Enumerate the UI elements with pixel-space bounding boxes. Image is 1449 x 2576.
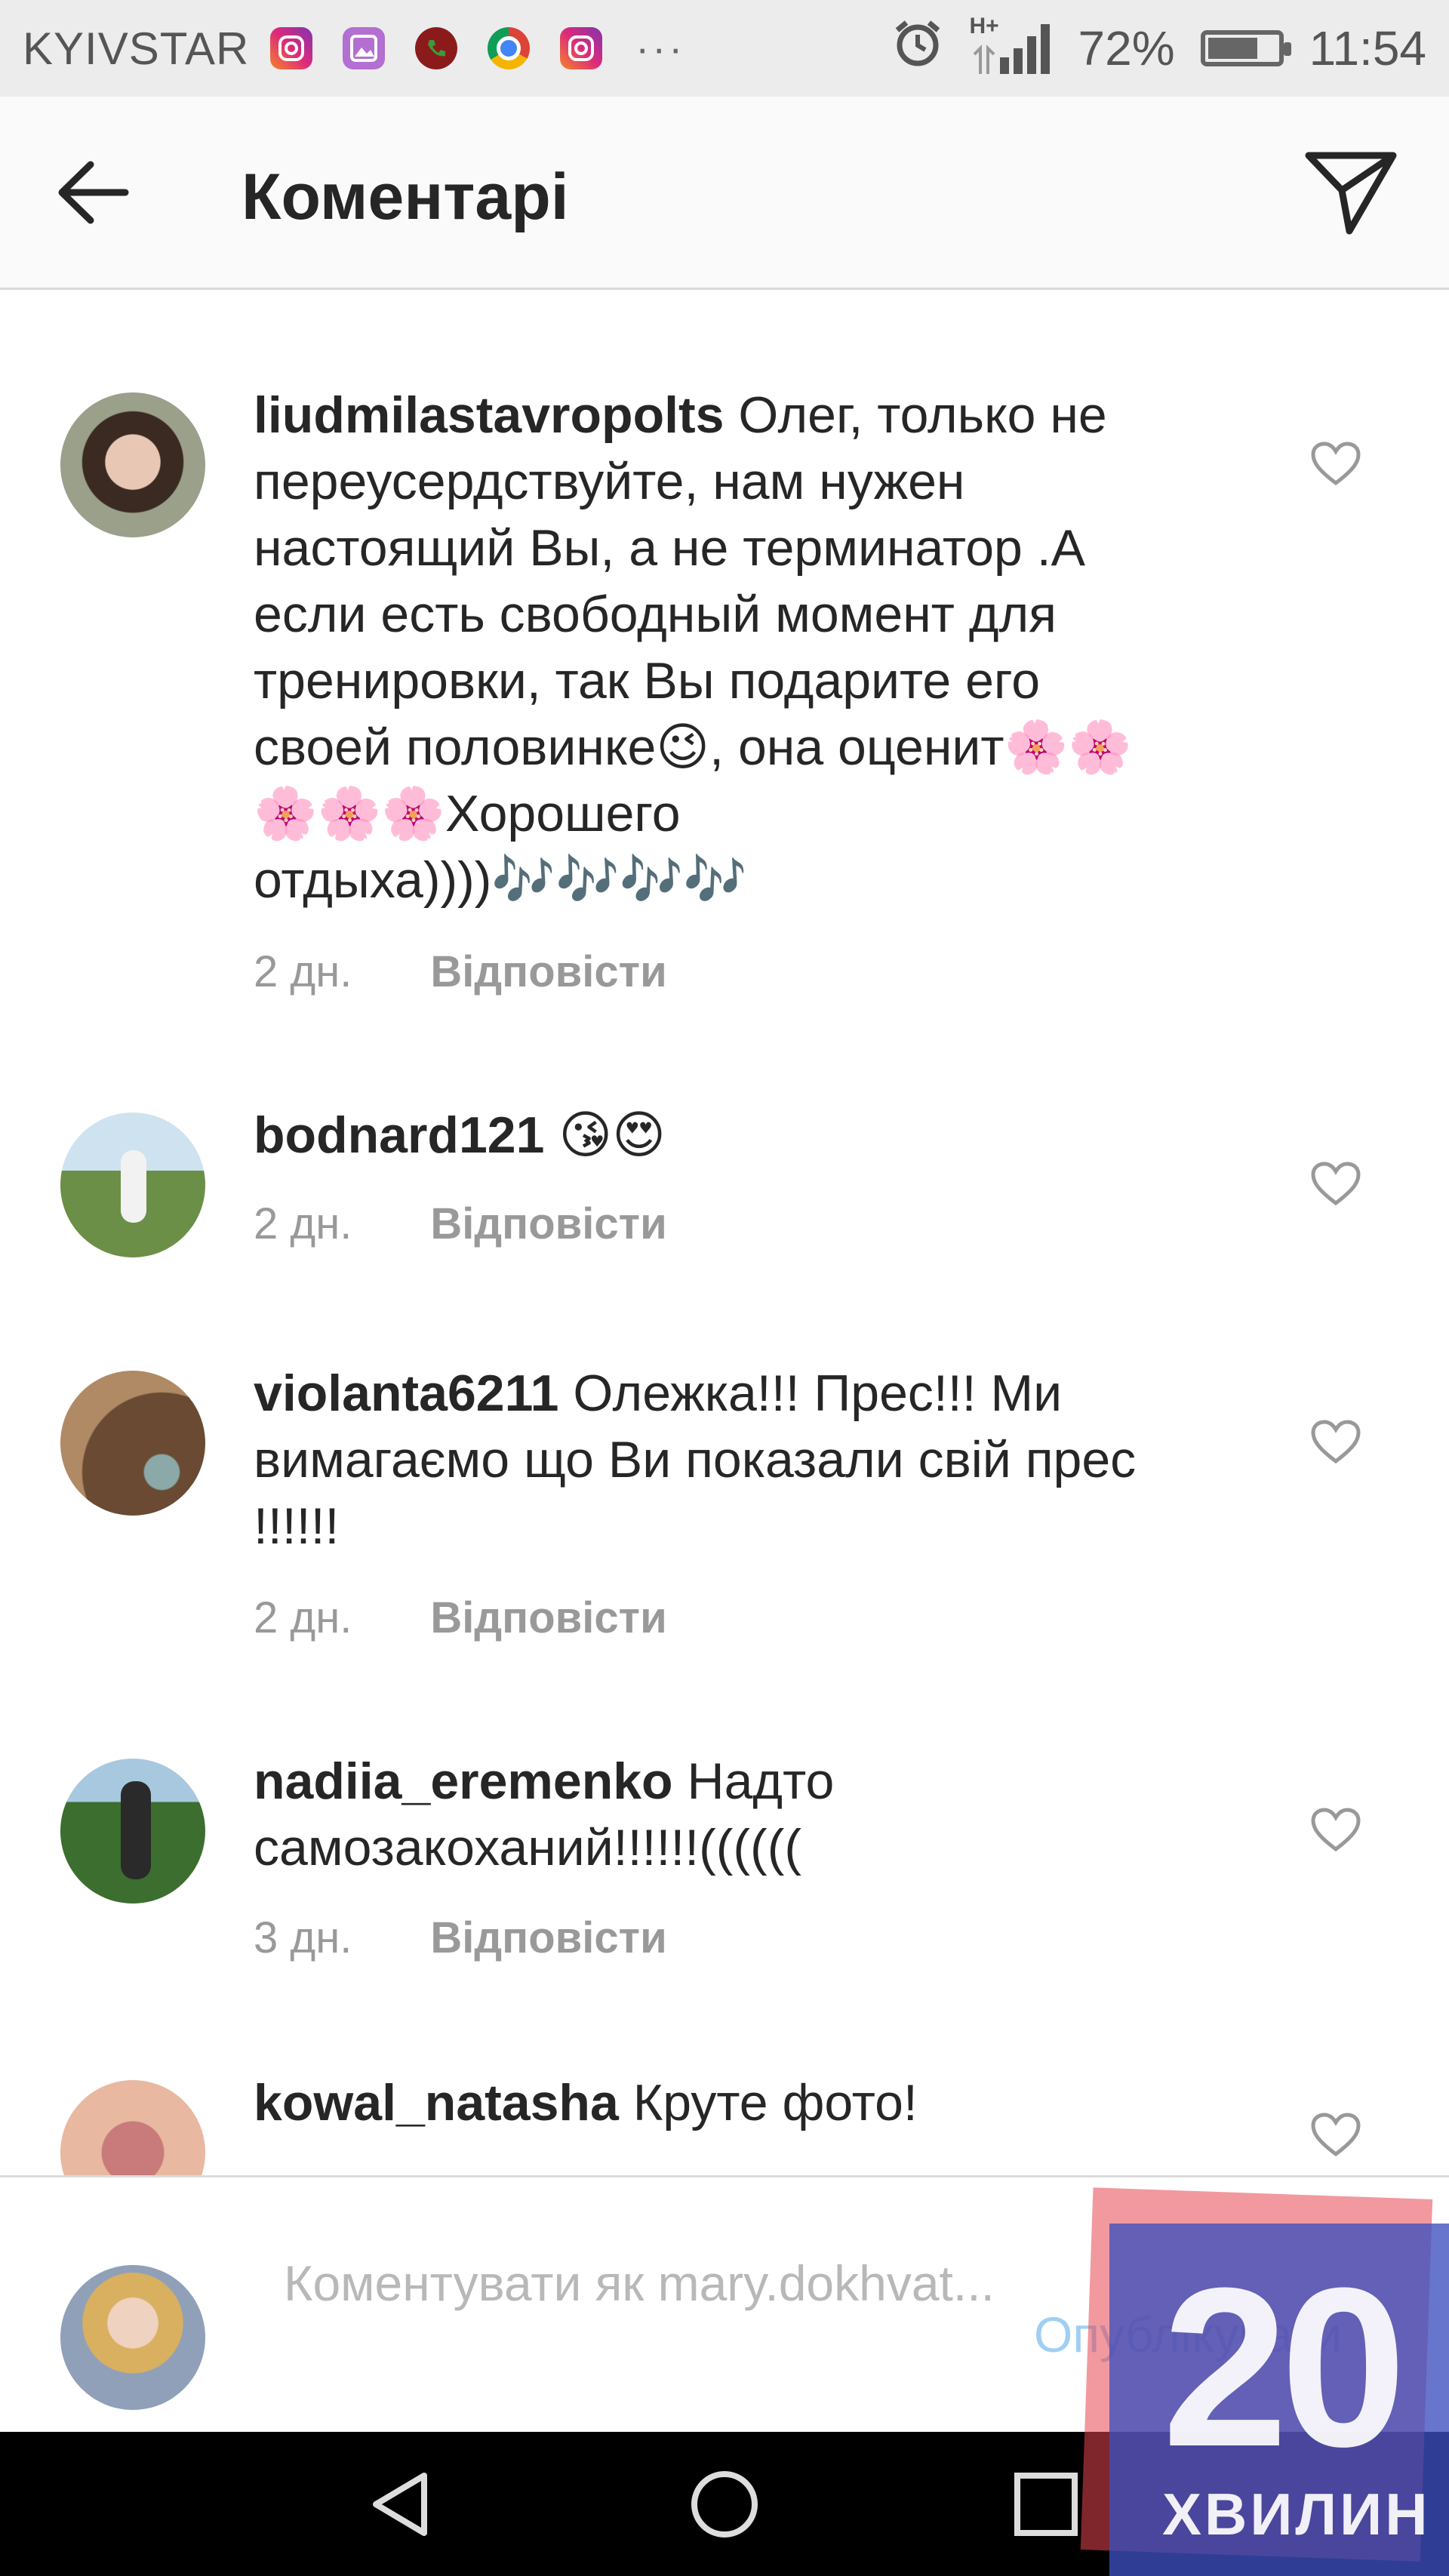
avatar[interactable] [60,2080,205,2175]
comment-item: kowal_natasha Круте фото! [0,2070,1449,2175]
gallery-icon [343,27,386,69]
watermark-number: 20 [1162,2240,1407,2494]
comment-age: 2 дн. [254,1199,352,1248]
watermark-logo: 20 ХВИЛИН [1080,2187,1449,2576]
chrome-icon [488,27,531,69]
comment-username[interactable]: violanta6211 [254,1365,558,1422]
direct-send-icon[interactable] [1303,149,1399,237]
avatar[interactable] [60,1113,205,1257]
comment-username[interactable]: liudmilastavropolts [254,386,724,444]
page-title: Коментарі [242,161,569,233]
comment-text: Круте фото! [632,2074,918,2131]
comment-username[interactable]: nadiia_eremenko [254,1753,673,1810]
reply-button[interactable]: Відповісти [430,1913,666,1962]
more-notifications-icon: ··· [635,26,686,71]
battery-level [1208,38,1257,59]
battery-percent: 72% [1078,21,1175,75]
comment-meta: 3 дн. Відповісти [254,1913,667,1963]
comment-meta: 2 дн. Відповісти [254,1199,667,1249]
reply-button[interactable]: Відповісти [430,1593,666,1642]
reply-button[interactable]: Відповісти [430,947,666,996]
nav-home-icon[interactable] [687,2467,762,2542]
avatar[interactable] [60,392,205,537]
comment-input[interactable]: Коментувати як mary.dokhvat... [284,2250,1038,2316]
app-header: Коментарі [0,97,1449,290]
like-heart-icon[interactable] [1310,1419,1361,1466]
comment-body: liudmilastavropolts Олег, только не пере… [254,382,1182,913]
comment-body: bodnard121 😘😍 [254,1102,1182,1168]
comment-body: kowal_natasha Круте фото! [254,2070,1182,2136]
comment-text: 😘😍 [558,1106,666,1164]
instagram-icon [270,27,313,69]
nav-back-icon[interactable] [362,2467,438,2542]
comment-meta: 2 дн. Відповісти [254,1593,667,1643]
status-bar: KYIVSTAR ··· H+ 72% 11:54 [0,0,1449,97]
alarm-icon [891,17,944,81]
clock: 11:54 [1309,21,1426,75]
comment-text: Олег, только не переусердствуйте, нам ну… [254,386,1132,909]
comment-username[interactable]: kowal_natasha [254,2074,619,2131]
avatar[interactable] [60,1759,205,1904]
reply-button[interactable]: Відповісти [430,1199,666,1248]
comment-age: 3 дн. [254,1913,352,1962]
watermark-word: ХВИЛИН [1162,2481,1431,2547]
battery-icon [1200,30,1291,66]
nav-recents-icon[interactable] [1008,2467,1084,2542]
carrier-name: KYIVSTAR [23,23,250,74]
my-avatar [60,2265,205,2410]
instagram-icon-2 [560,27,603,69]
comment-age: 2 дн. [254,947,352,996]
comment-meta: 2 дн. Відповісти [254,946,667,997]
signal-icon: H+ [970,14,1053,78]
comment-age: 2 дн. [254,1593,352,1642]
like-heart-icon[interactable] [1310,1807,1361,1854]
comment-username[interactable]: bodnard121 [254,1106,544,1164]
phone-app-icon [415,27,458,69]
comment-body: nadiia_eremenko Надто самозакоханий!!!!!… [254,1748,1182,1881]
comment-body: violanta6211 Олежка!!! Прес!!! Ми вимага… [254,1360,1182,1559]
like-heart-icon[interactable] [1310,1161,1361,1208]
back-arrow-icon[interactable] [56,158,131,226]
like-heart-icon[interactable] [1310,441,1361,488]
avatar[interactable] [60,1371,205,1516]
like-heart-icon[interactable] [1310,2112,1361,2159]
